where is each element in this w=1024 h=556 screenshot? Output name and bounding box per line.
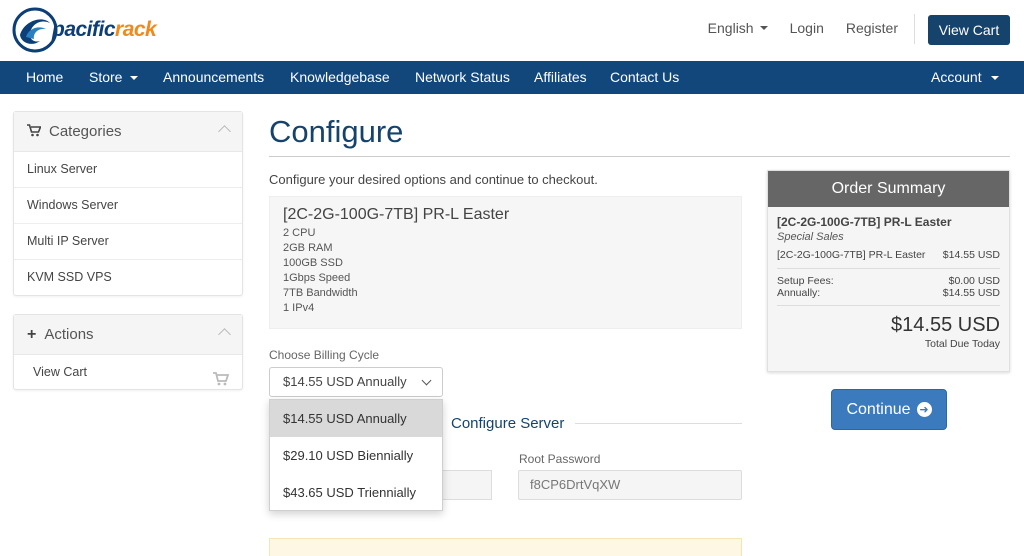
action-view-cart[interactable]: View Cart — [14, 355, 242, 391]
register-link[interactable]: Register — [846, 20, 898, 36]
top-links: English Login Register — [686, 20, 898, 36]
chevron-up-icon[interactable] — [218, 328, 231, 341]
category-item[interactable]: Multi IP Server — [14, 224, 242, 260]
summary-total: $14.55 USD — [891, 314, 1000, 336]
spec-line: 2GB RAM — [283, 242, 333, 254]
configure-server-heading: Configure Server — [451, 415, 565, 432]
cart-icon — [27, 123, 42, 140]
spec-line: 100GB SSD — [283, 257, 343, 269]
nav-network-status[interactable]: Network Status — [415, 61, 510, 94]
summary-line-price: $14.55 USD — [942, 249, 1000, 261]
cart-icon — [213, 365, 230, 400]
spec-line: 1Gbps Speed — [283, 272, 351, 284]
categories-header[interactable]: Categories — [14, 112, 242, 152]
summary-line-item: [2C-2G-100G-7TB] PR-L Easter $14.55 USD — [777, 249, 1000, 261]
nav-affiliates[interactable]: Affiliates — [534, 61, 587, 94]
page-title: Configure — [269, 114, 404, 149]
chevron-up-icon[interactable] — [218, 125, 231, 138]
setup-fees-label: Setup Fees: — [777, 275, 834, 287]
spec-line: 2 CPU — [283, 227, 316, 239]
billing-option-annually[interactable]: $14.55 USD Annually — [270, 400, 442, 437]
nav-account[interactable]: Account — [931, 61, 999, 94]
info-alert — [269, 538, 742, 556]
nav-home[interactable]: Home — [26, 61, 63, 94]
billing-cycle-dropdown: $14.55 USD Annually $29.10 USD Bienniall… — [269, 399, 443, 511]
summary-divider — [777, 268, 1000, 269]
login-link[interactable]: Login — [790, 20, 824, 36]
caret-down-icon — [130, 76, 139, 81]
caret-down-icon — [759, 26, 768, 30]
action-view-cart-label: View Cart — [33, 365, 87, 379]
language-label: English — [707, 20, 754, 36]
category-item[interactable]: Windows Server — [14, 188, 242, 224]
summary-divider — [777, 305, 1000, 306]
category-item[interactable]: KVM SSD VPS — [14, 260, 242, 296]
annually-label: Annually: — [777, 287, 821, 299]
summary-product-group: Special Sales — [777, 231, 844, 243]
summary-setup-fees: Setup Fees: $0.00 USD — [777, 275, 1000, 287]
summary-annually: Annually: $14.55 USD — [777, 287, 1000, 299]
summary-product-name: [2C-2G-100G-7TB] PR-L Easter — [777, 215, 952, 229]
nav-announcements[interactable]: Announcements — [163, 61, 264, 94]
actions-header[interactable]: + Actions — [14, 315, 242, 355]
category-item[interactable]: Linux Server — [14, 152, 242, 188]
nav-contact[interactable]: Contact Us — [610, 61, 679, 94]
spec-line: 1 IPv4 — [283, 302, 315, 314]
annually-value: $14.55 USD — [942, 287, 1000, 299]
root-password-label: Root Password — [519, 452, 601, 466]
chevron-down-icon — [421, 375, 432, 386]
continue-label: Continue — [846, 400, 911, 418]
setup-fees-value: $0.00 USD — [948, 275, 1000, 287]
billing-option-biennially[interactable]: $29.10 USD Biennially — [270, 437, 442, 474]
actions-title: Actions — [44, 326, 94, 343]
header-divider — [914, 14, 915, 44]
intro-text: Configure your desired options and conti… — [269, 172, 598, 187]
logo-text: pacificrack — [52, 18, 157, 41]
billing-cycle-value: $14.55 USD Annually — [283, 374, 407, 389]
continue-button[interactable]: Continue ➜ — [831, 389, 947, 430]
nav-store[interactable]: Store — [89, 61, 139, 94]
main-navbar: Home Store Announcements Knowledgebase N… — [0, 61, 1024, 94]
logo[interactable]: pacificrack — [12, 6, 182, 54]
order-summary: Order Summary [2C-2G-100G-7TB] PR-L East… — [767, 170, 1010, 372]
categories-title: Categories — [49, 123, 122, 140]
summary-line-name: [2C-2G-100G-7TB] PR-L Easter — [777, 249, 926, 261]
billing-option-triennially[interactable]: $43.65 USD Triennially — [270, 474, 442, 511]
spec-line: 7TB Bandwidth — [283, 287, 358, 299]
billing-cycle-label: Choose Billing Cycle — [269, 348, 380, 362]
nav-store-label: Store — [89, 69, 123, 85]
arrow-right-circle-icon: ➜ — [916, 402, 932, 417]
title-divider — [269, 156, 1010, 157]
order-summary-title: Order Summary — [768, 171, 1009, 207]
product-name: [2C-2G-100G-7TB] PR-L Easter — [283, 206, 510, 223]
language-dropdown[interactable]: English — [708, 20, 768, 36]
caret-down-icon — [990, 76, 999, 81]
view-cart-button[interactable]: View Cart — [928, 15, 1010, 45]
product-info-box: [2C-2G-100G-7TB] PR-L Easter 2 CPU 2GB R… — [269, 196, 742, 329]
billing-cycle-select[interactable]: $14.55 USD Annually — [269, 367, 443, 397]
nav-account-label: Account — [931, 69, 982, 85]
categories-panel: Categories Linux Server Windows Server M… — [13, 111, 243, 296]
actions-panel: + Actions View Cart — [13, 314, 243, 390]
root-password-input[interactable]: f8CP6DrtVqXW — [518, 470, 742, 500]
plus-icon: + — [27, 325, 37, 343]
summary-total-label: Total Due Today — [924, 338, 1000, 350]
hostname-input[interactable] — [443, 470, 492, 500]
site-header: pacificrack English Login Register View … — [0, 0, 1024, 61]
nav-knowledgebase[interactable]: Knowledgebase — [290, 61, 390, 94]
configure-server-divider — [575, 423, 742, 424]
